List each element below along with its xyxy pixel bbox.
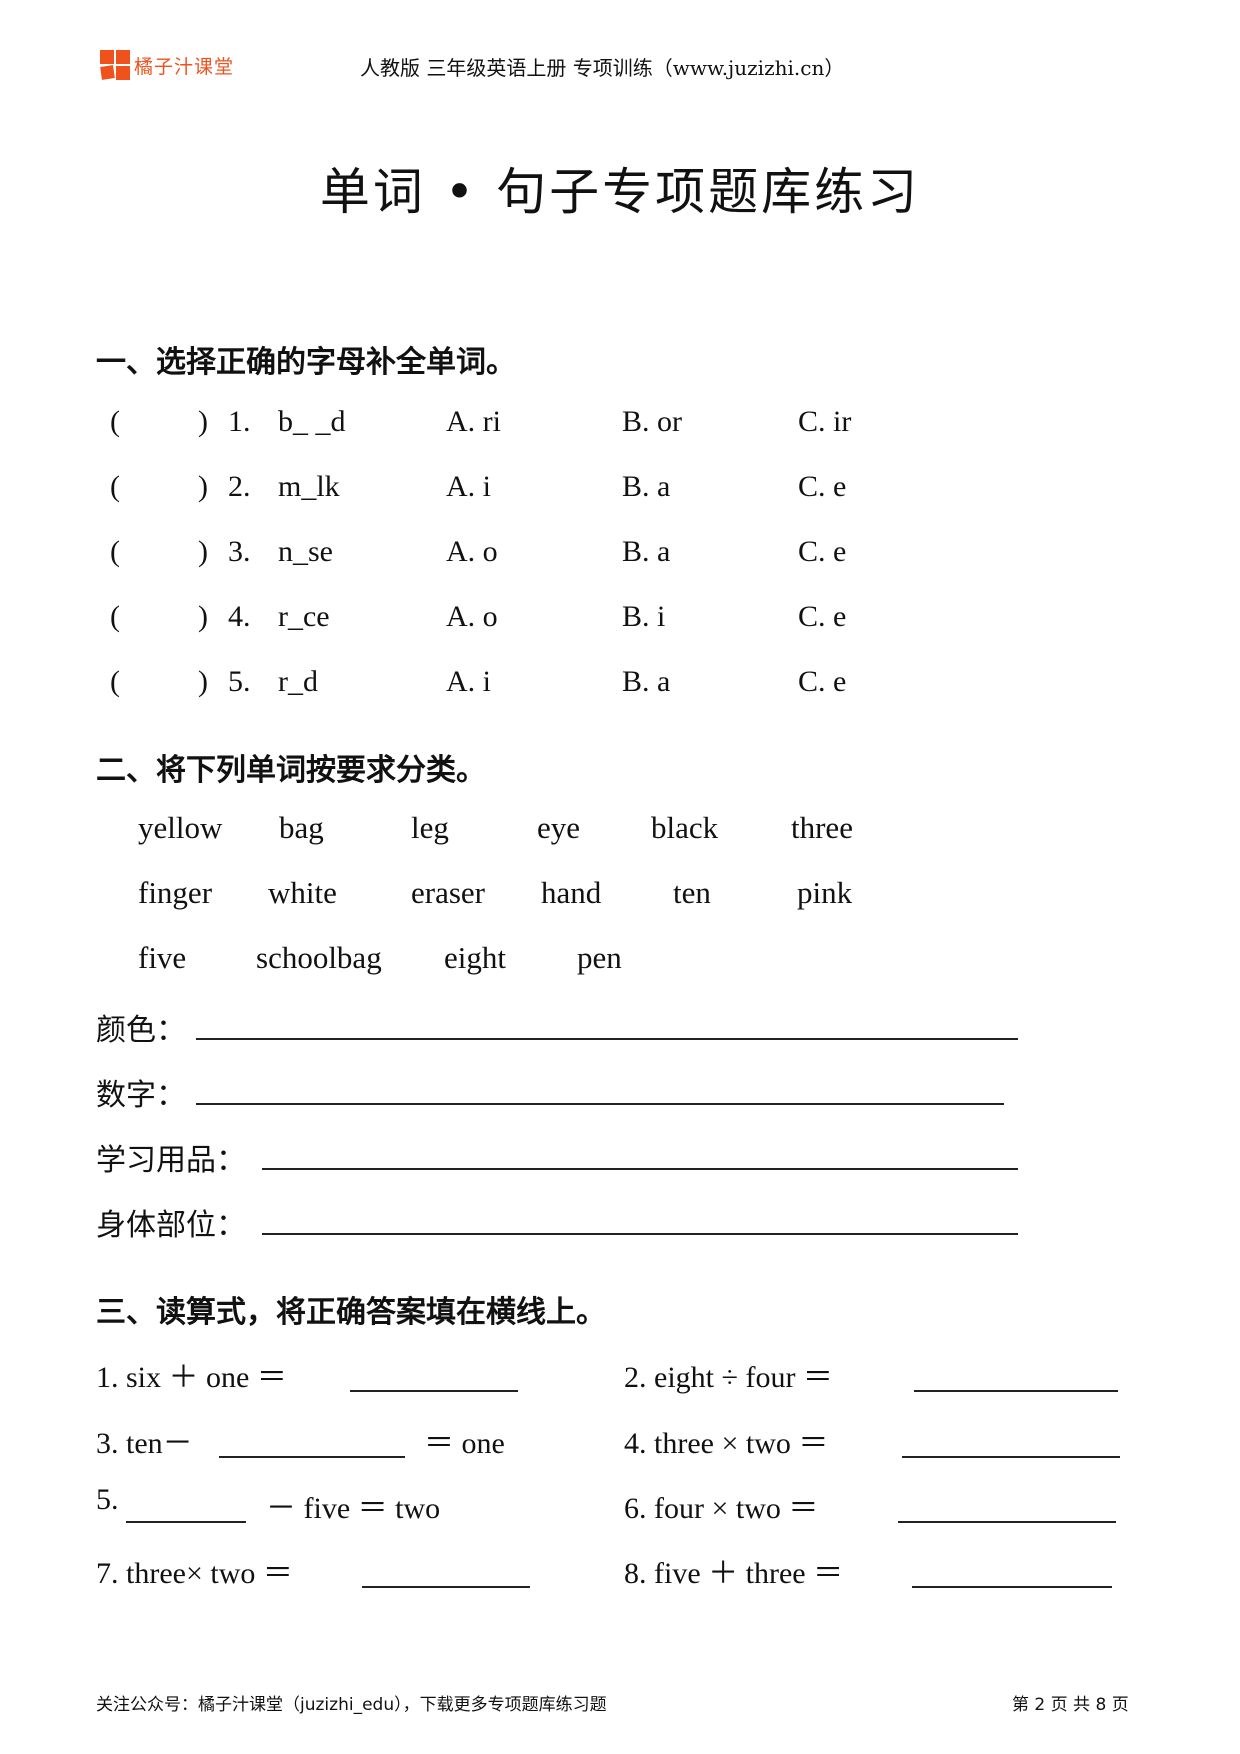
question-word: n_se [278,535,333,568]
option-c: C. e [798,600,847,633]
option-a: A. o [446,600,498,633]
word-item: ten [673,875,711,910]
option-b: B. a [622,535,671,568]
math-answer-blank[interactable] [898,1521,1116,1523]
question-word: m_lk [278,470,340,503]
math-expression: 8. five ＋ three ＝ [624,1557,844,1590]
page-prefix: 第 [1012,1695,1029,1715]
question-word: r_ce [278,600,330,633]
option-c: C. e [798,470,847,503]
answer-paren-left[interactable]: ( [110,665,120,699]
word-item: finger [138,875,213,910]
question-number: 4. [228,600,251,633]
section2-title: 二、将下列单词按要求分类。 [96,753,486,788]
math-expression: 6. four × two ＝ [624,1492,819,1525]
category-label-body-parts: 身体部位： [96,1208,246,1243]
answer-paren-right: ) [198,470,208,503]
math-answer-blank[interactable] [914,1390,1118,1392]
logo-icon [100,50,130,80]
math-expression: 7. three× two ＝ [96,1557,293,1590]
page-suffix: 页 [1111,1695,1129,1715]
option-c: C. e [798,665,847,698]
page-indicator: 第 2 页 共 8 页 [1012,1690,1129,1715]
math-expression-tail: － five ＝ two [266,1492,441,1525]
option-b: B. a [622,665,671,698]
question-number: 2. [228,470,251,503]
page-title: 单词 • 句子专项题库练习 [319,163,921,221]
option-c: C. e [798,535,847,568]
word-item: pink [797,875,853,910]
category-input-school-things[interactable] [262,1168,1018,1170]
category-input-numbers[interactable] [196,1103,1004,1105]
answer-paren-left[interactable]: ( [110,470,120,504]
question-number: 1. [228,405,251,438]
category-label-school-things: 学习用品： [96,1143,246,1178]
math-expression: 3. ten－ [96,1427,193,1460]
option-a: A. i [446,665,491,698]
option-c: C. ir [798,405,852,438]
page-total: 8 [1095,1695,1107,1715]
math-answer-blank[interactable] [219,1456,405,1458]
math-expression: 2. eight ÷ four ＝ [624,1361,833,1394]
category-label-numbers: 数字： [96,1078,186,1113]
brand-logo: 橘子汁课堂 [100,50,234,80]
option-b: B. or [622,405,682,438]
word-item: eraser [411,875,485,910]
page-current: 2 [1034,1695,1046,1715]
word-item: eye [537,810,581,845]
answer-paren-right: ) [198,600,208,633]
word-item: schoolbag [256,940,382,975]
word-item: yellow [138,810,223,845]
word-item: five [138,940,187,975]
logo-text: 橘子汁课堂 [134,55,235,78]
question-number: 5. [228,665,251,698]
answer-paren-left[interactable]: ( [110,405,120,439]
option-b: B. i [622,600,666,633]
word-item: hand [541,875,602,910]
word-item: leg [411,810,449,845]
math-expression: 4. three × two ＝ [624,1427,829,1460]
math-expression: 1. six ＋ one ＝ [96,1361,287,1394]
answer-paren-right: ) [198,405,208,438]
option-a: A. i [446,470,491,503]
answer-paren-right: ) [198,665,208,698]
answer-paren-left[interactable]: ( [110,535,120,569]
category-input-colors[interactable] [196,1038,1018,1040]
math-expression: 5. [96,1483,119,1516]
word-item: black [651,810,719,845]
question-word: b_ _d [278,405,346,438]
category-input-body-parts[interactable] [262,1233,1018,1235]
page-mid: 页 共 [1050,1695,1091,1715]
math-answer-blank[interactable] [362,1586,530,1588]
section3-title: 三、读算式，将正确答案填在横线上。 [96,1295,606,1330]
question-number: 3. [228,535,251,568]
math-answer-blank[interactable] [902,1456,1120,1458]
word-item: bag [279,810,324,845]
math-expression-tail: ＝ one [424,1427,505,1460]
math-answer-blank[interactable] [350,1390,518,1392]
category-label-colors: 颜色： [96,1013,186,1048]
header-title: 人教版 三年级英语上册 专项训练（www.juzizhi.cn） [360,56,845,80]
option-a: A. o [446,535,498,568]
word-item: white [268,875,337,910]
answer-paren-left[interactable]: ( [110,600,120,634]
option-a: A. ri [446,405,501,438]
word-item: three [791,810,853,845]
math-answer-blank[interactable] [126,1521,246,1523]
question-word: r_d [278,665,318,698]
math-answer-blank[interactable] [912,1586,1112,1588]
word-item: pen [577,940,622,975]
section1-title: 一、选择正确的字母补全单词。 [96,345,516,380]
word-item: eight [444,940,506,975]
answer-paren-right: ) [198,535,208,568]
footer-note: 关注公众号：橘子汁课堂（juzizhi_edu），下载更多专项题库练习题 [96,1695,607,1715]
option-b: B. a [622,470,671,503]
